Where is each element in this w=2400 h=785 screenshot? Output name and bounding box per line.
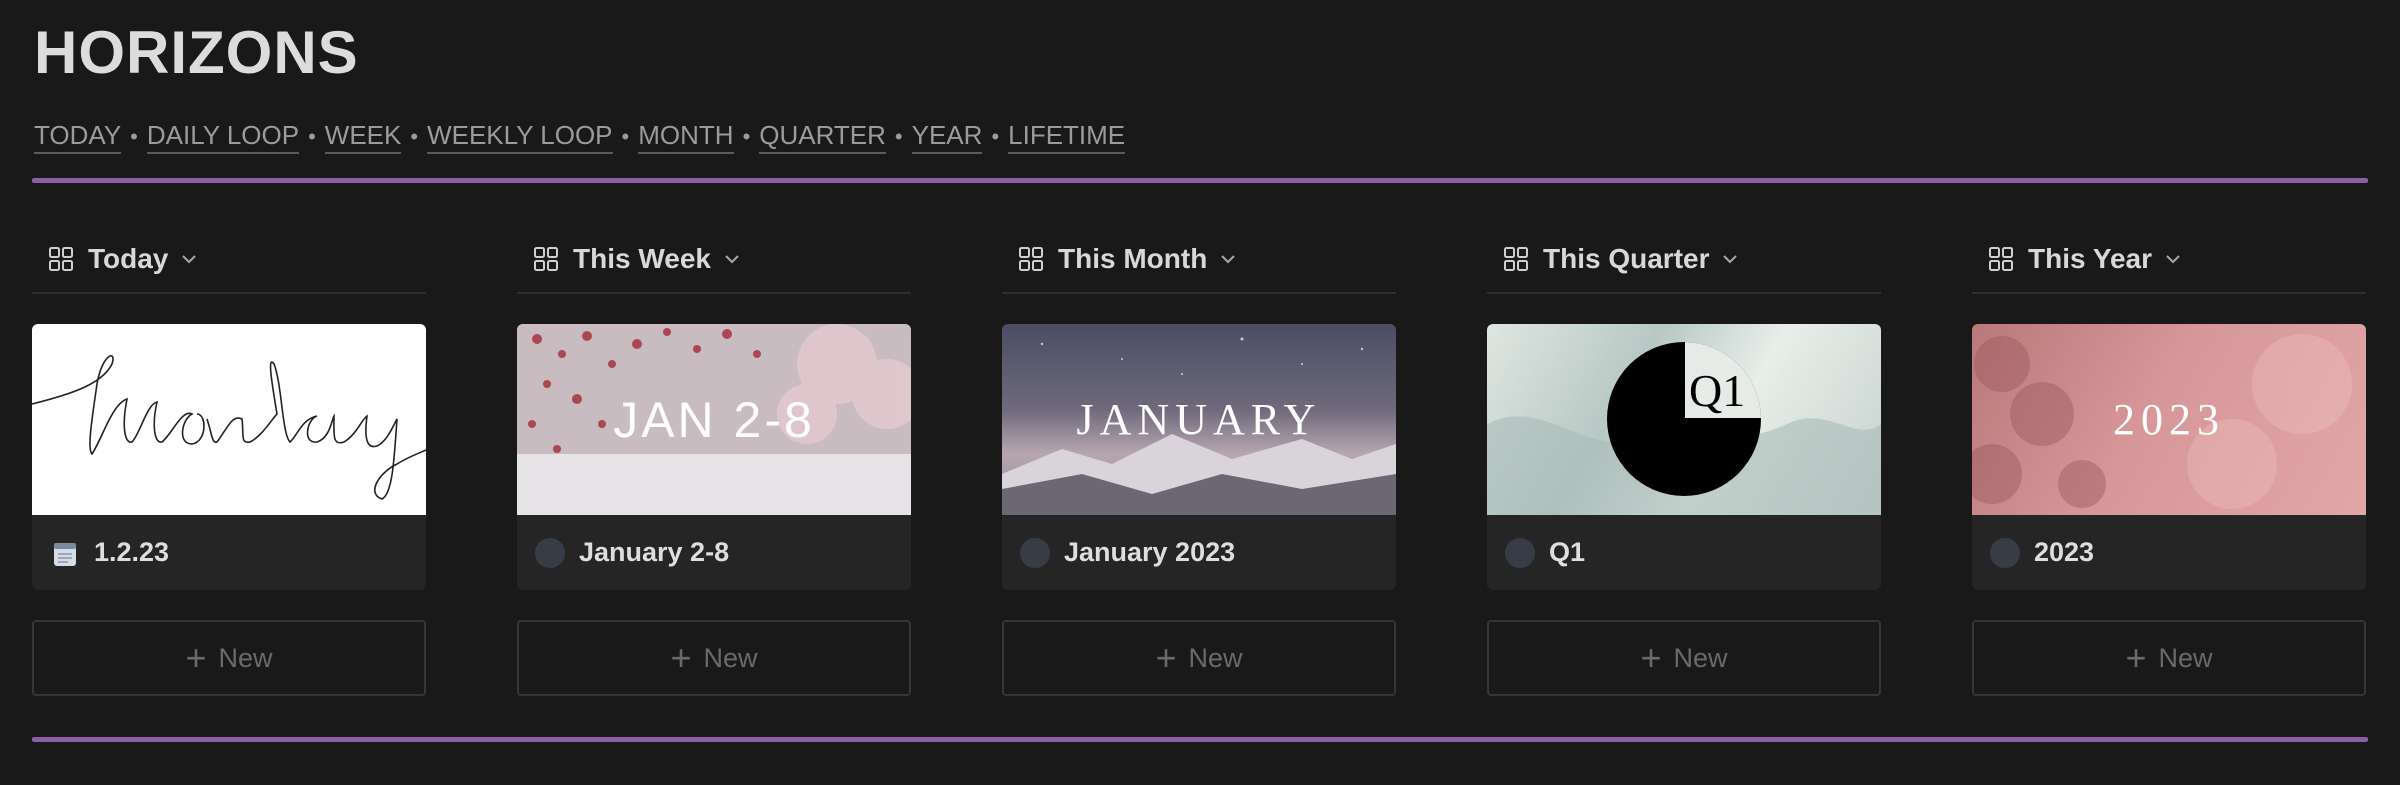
circle-icon [1990,537,2020,568]
view-tab-this-week[interactable]: This Week [517,226,911,294]
nav-separator: • [130,124,138,149]
top-divider [32,178,2368,183]
card-title: 1.2.23 [94,537,170,567]
new-button-label: New [703,642,758,673]
view-tab-label: This Year [2028,243,2153,274]
circle-icon [535,537,565,568]
view-tab-label: This Week [573,243,711,274]
new-button-label: New [1188,642,1243,673]
bottom-divider [32,737,2368,742]
nav-separator: • [742,124,751,149]
card-title: 2023 [2034,537,2095,567]
new-item-button[interactable]: + New [517,620,911,696]
nav-link-week[interactable]: WEEK [324,120,402,154]
gallery-grid-icon [1504,247,1528,271]
chevron-down-icon [182,255,197,264]
nav-separator: • [621,124,630,149]
nav-link-today[interactable]: TODAY [34,120,122,154]
board-this-quarter: This Quarter Q1 Q1 + New [1487,226,1881,696]
view-tab-this-quarter[interactable]: This Quarter [1487,226,1881,294]
card-footer: January 2023 [1002,515,1396,590]
gallery-card[interactable]: JANUARY January 2023 [1002,324,1396,590]
new-item-button[interactable]: + New [1002,620,1396,696]
view-tab-label: This Month [1058,243,1208,274]
gallery-grid-icon [49,247,73,271]
new-item-button[interactable]: + New [1487,620,1881,696]
quarter-pie-art: Q1 [1487,342,1881,515]
chevron-down-icon [1723,255,1738,264]
nav-link-quarter[interactable]: QUARTER [759,120,886,154]
cover-text: JANUARY [1076,395,1322,444]
gallery-grid-icon [1989,247,2013,271]
board-this-month: This Month JANUARY January 2023 + New [1002,226,1396,696]
nav-separator: • [410,124,419,149]
nav-separator: • [308,124,316,149]
horizon-nav: TODAY • DAILY LOOP • WEEK • WEEKLY LOOP … [34,120,1126,154]
card-cover-image: Q1 [1487,324,1881,515]
nav-separator: • [991,124,1000,149]
page-title: HORIZONS [34,19,359,86]
board-this-year: This Year 2023 2023 + New [1972,226,2366,696]
card-title: January 2023 [1064,537,1236,567]
plus-icon: + [2125,637,2147,678]
monday-script-art [32,355,426,500]
nav-link-weekly-loop[interactable]: WEEKLY LOOP [427,120,613,154]
card-cover-image: JAN 2-8 [517,324,911,515]
cover-text: 2023 [2113,395,2225,444]
card-footer: 1.2.23 [32,515,426,590]
new-button-label: New [218,642,273,673]
card-footer: January 2-8 [517,515,911,590]
view-tab-this-month[interactable]: This Month [1002,226,1396,294]
chevron-down-icon [2166,255,2180,264]
cover-text: JAN 2-8 [613,391,815,448]
plus-icon: + [1155,637,1177,678]
view-tab-today[interactable]: Today [32,226,426,294]
card-cover-image: 2023 [1972,324,2366,515]
plus-icon: + [1640,637,1662,678]
gallery-card[interactable]: JAN 2-8 January 2-8 [517,324,911,590]
board-this-week: This Week JAN 2-8 January 2-8 + New [517,226,911,696]
card-title: January 2-8 [579,537,730,567]
circle-icon [1020,537,1050,568]
gallery-card[interactable]: 2023 2023 [1972,324,2366,590]
plus-icon: + [185,637,207,678]
view-tab-label: Today [88,243,169,274]
chevron-down-icon [1221,255,1236,264]
notepad-icon [54,542,76,566]
gallery-grid-icon [1019,247,1043,271]
new-button-label: New [1673,642,1728,673]
card-footer: 2023 [1972,515,2366,590]
horizons-page: HORIZONS TODAY • DAILY LOOP • WEEK • WEE… [0,0,2400,785]
nav-link-lifetime[interactable]: LIFETIME [1008,120,1126,154]
view-tab-this-year[interactable]: This Year [1972,226,2366,294]
gallery-grid-icon [534,247,558,271]
chevron-down-icon [725,255,739,264]
circle-icon [1505,537,1535,568]
gallery-card[interactable]: Q1 Q1 [1487,324,1881,590]
new-button-label: New [2158,642,2213,673]
board-columns: Today 1.2.23 + New This Week JAN 2-8 Jan… [32,226,2366,696]
card-title: Q1 [1549,537,1586,567]
view-tab-label: This Quarter [1543,243,1710,274]
new-item-button[interactable]: + New [32,620,426,696]
nav-separator: • [894,124,903,149]
nav-link-year[interactable]: YEAR [911,120,983,154]
card-cover-image: JANUARY [1002,324,1396,515]
card-footer: Q1 [1487,515,1881,590]
quarter-label: Q1 [1689,365,1745,416]
new-item-button[interactable]: + New [1972,620,2366,696]
gallery-card[interactable]: 1.2.23 [32,324,426,590]
card-cover-image [32,324,426,515]
plus-icon: + [670,637,692,678]
nav-link-daily-loop[interactable]: DAILY LOOP [146,120,300,154]
nav-link-month[interactable]: MONTH [638,120,734,154]
board-today: Today 1.2.23 + New [32,226,426,696]
